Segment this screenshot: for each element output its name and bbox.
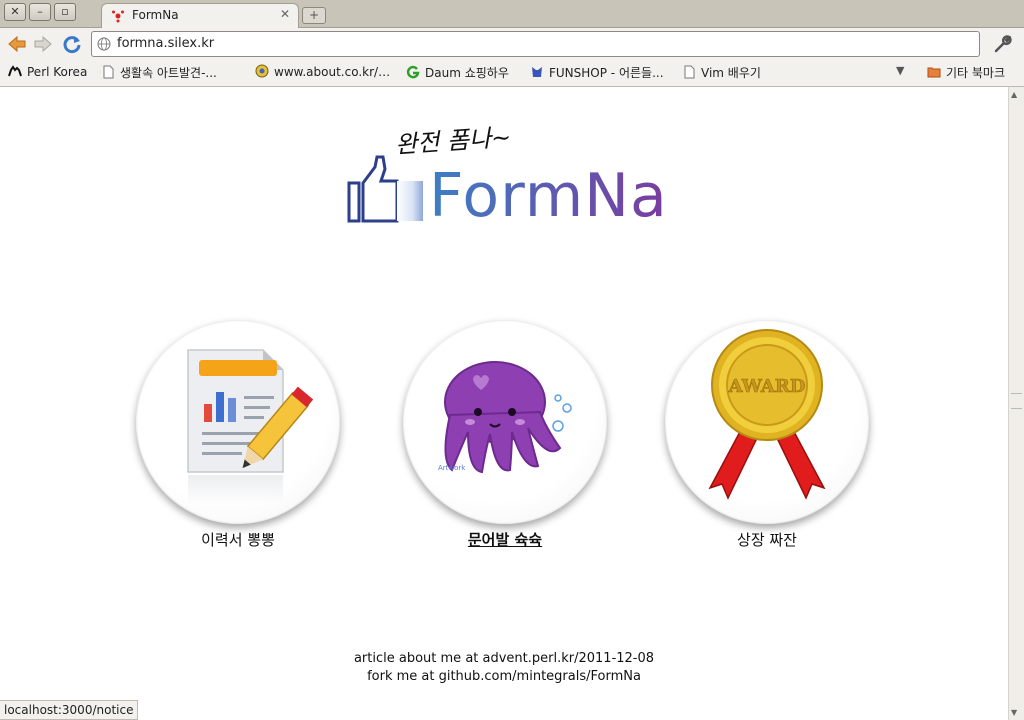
globe-icon <box>97 37 111 51</box>
tab-title: FormNa <box>132 8 179 22</box>
scroll-down-icon[interactable]: ▼ <box>1011 708 1017 717</box>
resume-icon[interactable] <box>133 320 343 530</box>
maximize-window-button[interactable]: ▫ <box>54 3 76 21</box>
bookmark-perl-korea[interactable]: Perl Korea <box>8 64 87 82</box>
resume-card[interactable]: 이력서 뽕뽕 <box>133 320 343 555</box>
page-content: 완전 폼나~ FormNa 이력서 뽕뽕 Artwork 문어발 슉슉 AWAR… <box>0 87 1008 720</box>
formna-favicon-icon <box>112 10 124 23</box>
back-arrow-icon[interactable] <box>6 33 28 55</box>
bookmark-daum[interactable]: Daum 쇼핑하우 <box>406 64 509 82</box>
wrench-icon[interactable] <box>992 33 1014 55</box>
bookmark-art[interactable]: 생활속 아트발견-... <box>101 64 217 82</box>
url-text: formna.silex.kr <box>117 36 215 51</box>
thumbs-up-icon <box>347 155 423 223</box>
scroll-thumb-grip[interactable] <box>1011 393 1022 409</box>
bookmark-other-folder[interactable]: 기타 북마크 <box>927 64 1005 82</box>
address-bar[interactable]: formna.silex.kr <box>91 31 980 57</box>
funshop-icon <box>532 67 542 77</box>
status-bar: localhost:3000/notice <box>0 700 139 720</box>
footer-github-link[interactable]: fork me at github.com/mintegrals/FormNa <box>254 668 754 686</box>
award-icon[interactable]: AWARD <box>662 320 872 530</box>
page-icon <box>103 65 114 79</box>
toolbar: formna.silex.kr <box>0 28 1024 60</box>
tab-formna[interactable]: FormNa ✕ <box>101 3 299 28</box>
octopus-label[interactable]: 문어발 슉슉 <box>400 529 610 550</box>
close-window-button[interactable]: ✕ <box>4 3 26 21</box>
page-icon <box>684 65 695 79</box>
bookmarks-overflow-chevron-icon[interactable]: ▼ <box>896 64 904 77</box>
resume-label[interactable]: 이력서 뽕뽕 <box>133 529 343 550</box>
octopus-icon[interactable]: Artwork <box>400 320 610 530</box>
g-icon <box>406 65 420 79</box>
logo-text: FormNa <box>429 161 668 231</box>
octopus-card[interactable]: Artwork 문어발 슉슉 <box>400 320 610 555</box>
title-bar: ✕ – ▫ FormNa ✕ + <box>0 0 1024 28</box>
vertical-scrollbar[interactable]: ▲ ▼ <box>1008 87 1024 720</box>
globe-icon <box>255 64 269 78</box>
bookmarks-bar: Perl Korea 생활속 아트발견-... www.about.co.kr/… <box>0 60 1024 87</box>
new-tab-button[interactable]: + <box>302 7 326 24</box>
octopus-caption: Artwork <box>438 464 466 472</box>
forward-arrow-icon[interactable] <box>32 33 54 55</box>
bookmark-funshop[interactable]: FUNSHOP - 어른들... <box>530 64 664 82</box>
footer: article about me at advent.perl.kr/2011-… <box>254 650 754 686</box>
bookmark-about[interactable]: www.about.co.kr/… <box>255 64 390 82</box>
folder-icon <box>927 67 941 78</box>
minimize-window-button[interactable]: – <box>29 3 51 21</box>
award-card[interactable]: AWARD 상장 짜잔 <box>662 320 872 555</box>
tab-close-icon[interactable]: ✕ <box>280 7 290 21</box>
scroll-up-icon[interactable]: ▲ <box>1011 90 1017 99</box>
camel-icon <box>8 65 22 77</box>
award-label[interactable]: 상장 짜잔 <box>662 529 872 550</box>
bookmark-vim[interactable]: Vim 배우기 <box>682 64 761 82</box>
reload-icon[interactable] <box>61 33 83 55</box>
formna-logo[interactable]: 완전 폼나~ FormNa <box>345 117 668 237</box>
footer-article-link[interactable]: article about me at advent.perl.kr/2011-… <box>254 650 754 668</box>
award-text: AWARD <box>728 376 806 397</box>
